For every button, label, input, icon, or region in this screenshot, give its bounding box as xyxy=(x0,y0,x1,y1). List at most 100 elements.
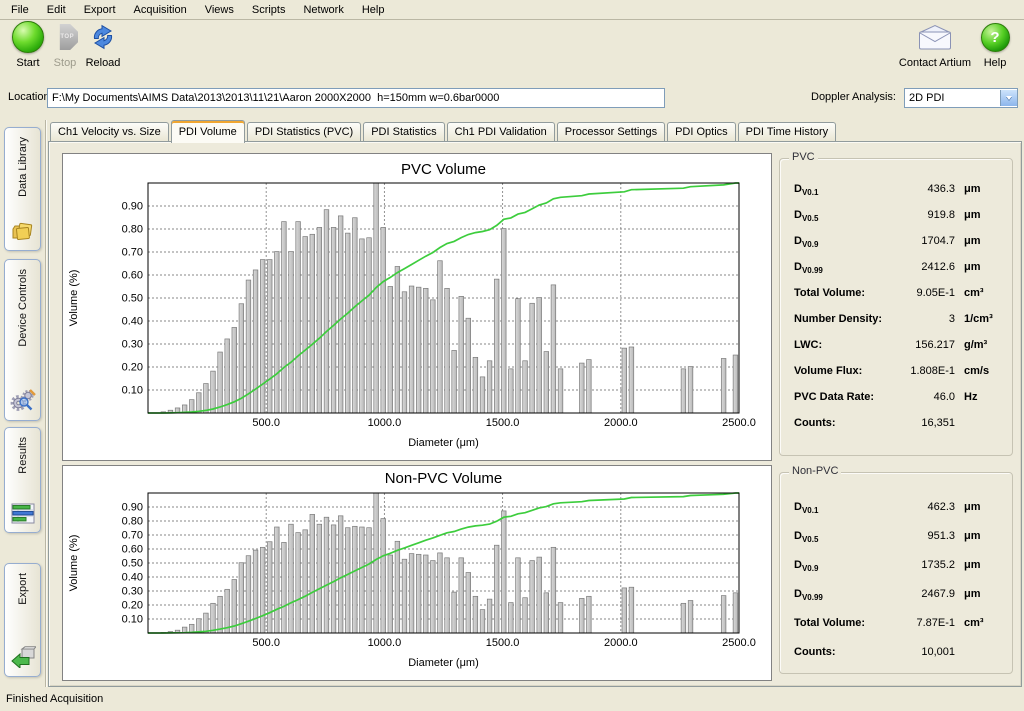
stat-value: 2467.9 xyxy=(893,588,964,600)
svg-text:Non-PVC Volume: Non-PVC Volume xyxy=(385,470,503,487)
doppler-analysis-select[interactable]: 2D PDI xyxy=(904,88,1018,108)
stat-row-counts: Counts:10,001 xyxy=(794,646,1004,666)
reload-button-label: Reload xyxy=(80,57,126,69)
stat-label: Number Density: xyxy=(794,313,893,325)
stat-label: DV0.1 xyxy=(794,183,893,197)
menu-item-file[interactable]: File xyxy=(2,1,38,19)
sidebar-item-label: Export xyxy=(17,573,29,605)
menu-item-scripts[interactable]: Scripts xyxy=(243,1,295,19)
stat-row-volume-flux: Volume Flux:1.808E-1cm/s xyxy=(794,365,1004,385)
tab-pdi-time-history[interactable]: PDI Time History xyxy=(738,122,837,142)
menu-item-network[interactable]: Network xyxy=(294,1,352,19)
stat-unit: μm xyxy=(964,559,1004,571)
stat-unit: μm xyxy=(964,588,1004,600)
stat-label: DV0.99 xyxy=(794,588,893,602)
svg-text:0.10: 0.10 xyxy=(122,614,143,626)
gears-icon xyxy=(10,388,36,415)
bar-chart-icon xyxy=(11,503,35,527)
combo-dropdown-button[interactable] xyxy=(1000,90,1017,106)
svg-text:0.60: 0.60 xyxy=(122,270,143,282)
stat-value: 462.3 xyxy=(893,501,964,513)
stat-row-number-density: Number Density:31/cm³ xyxy=(794,313,1004,333)
stat-value: 1735.2 xyxy=(893,559,964,571)
sidebar-divider xyxy=(45,120,46,687)
svg-text:0.30: 0.30 xyxy=(122,339,143,351)
stat-value: 1.808E-1 xyxy=(893,365,964,377)
svg-text:0.90: 0.90 xyxy=(122,502,143,514)
stat-label: DV0.5 xyxy=(794,209,893,223)
stop-button-label: Stop xyxy=(46,57,84,69)
stat-unit: cm/s xyxy=(964,365,1004,377)
stat-value: 46.0 xyxy=(893,391,964,403)
location-input[interactable] xyxy=(47,88,665,108)
stat-unit: μm xyxy=(964,501,1004,513)
sidebar-item-export[interactable]: Export xyxy=(4,563,41,677)
svg-text:500.0: 500.0 xyxy=(252,417,280,429)
stat-value: 951.3 xyxy=(893,530,964,542)
tab-pdi-statistics-pvc[interactable]: PDI Statistics (PVC) xyxy=(247,122,361,142)
tab-processor-settings[interactable]: Processor Settings xyxy=(557,122,665,142)
menu-bar: FileEditExportAcquisitionViewsScriptsNet… xyxy=(0,0,1024,20)
stop-button[interactable]: STOP Stop xyxy=(46,20,84,69)
start-button[interactable]: Start xyxy=(6,20,50,69)
status-text: Finished Acquisition xyxy=(6,693,103,705)
svg-text:2500.0: 2500.0 xyxy=(722,637,756,649)
svg-text:Diameter (μm): Diameter (μm) xyxy=(408,437,479,449)
stat-label: Volume Flux: xyxy=(794,365,893,377)
stat-value: 9.05E-1 xyxy=(893,287,964,299)
help-icon: ? xyxy=(981,23,1010,52)
sidebar-item-device-controls[interactable]: Device Controls xyxy=(4,259,41,421)
non-pvc-stats-title: Non-PVC xyxy=(789,465,841,477)
envelope-icon xyxy=(917,24,953,51)
reload-button[interactable]: Reload xyxy=(80,20,126,69)
stat-label: Total Volume: xyxy=(794,617,893,629)
menu-item-views[interactable]: Views xyxy=(196,1,243,19)
doppler-analysis-value: 2D PDI xyxy=(905,92,1000,104)
stat-row-dv0-99: DV0.992467.9μm xyxy=(794,588,1004,608)
menu-item-acquisition[interactable]: Acquisition xyxy=(125,1,196,19)
toolbar: Start STOP Stop Reload xyxy=(0,20,1024,84)
tab-ch1-pdi-validation[interactable]: Ch1 PDI Validation xyxy=(447,122,555,142)
stat-label: DV0.99 xyxy=(794,261,893,275)
svg-text:1000.0: 1000.0 xyxy=(368,637,402,649)
sidebar-item-data-library[interactable]: Data Library xyxy=(4,127,41,251)
contact-artium-button[interactable]: Contact Artium xyxy=(894,20,976,69)
svg-text:0.80: 0.80 xyxy=(122,224,143,236)
tab-pdi-optics[interactable]: PDI Optics xyxy=(667,122,736,142)
stat-label: DV0.5 xyxy=(794,530,893,544)
tab-pdi-volume[interactable]: PDI Volume xyxy=(171,120,245,143)
tab-pdi-statistics[interactable]: PDI Statistics xyxy=(363,122,444,142)
non-pvc-stats-groupbox: Non-PVC DV0.1462.3μmDV0.5951.3μmDV0.9173… xyxy=(779,472,1013,674)
stat-value: 7.87E-1 xyxy=(893,617,964,629)
svg-text:2500.0: 2500.0 xyxy=(722,417,756,429)
tab-strip: Ch1 Velocity vs. SizePDI VolumePDI Stati… xyxy=(50,120,1022,142)
stat-row-dv0-9: DV0.91735.2μm xyxy=(794,559,1004,579)
non-pvc-stats-rows: DV0.1462.3μmDV0.5951.3μmDV0.91735.2μmDV0… xyxy=(794,501,1004,675)
tab-page-pdi-volume: 0.100.200.300.400.500.600.700.800.90500.… xyxy=(48,141,1022,687)
stat-row-dv0-1: DV0.1436.3μm xyxy=(794,183,1004,203)
status-bar: Finished Acquisition xyxy=(0,688,1024,711)
tab-ch1-velocity-vs-size[interactable]: Ch1 Velocity vs. Size xyxy=(50,122,169,142)
menu-item-help[interactable]: Help xyxy=(353,1,394,19)
stat-value: 3 xyxy=(893,313,964,325)
chevron-down-icon xyxy=(1006,96,1012,100)
svg-text:Diameter (μm): Diameter (μm) xyxy=(408,657,479,669)
help-button[interactable]: ? Help xyxy=(976,20,1014,69)
stat-row-pvc-data-rate: PVC Data Rate:46.0Hz xyxy=(794,391,1004,411)
stat-label: LWC: xyxy=(794,339,893,351)
stat-label: Counts: xyxy=(794,646,893,658)
svg-text:0.10: 0.10 xyxy=(122,385,143,397)
stat-unit: Hz xyxy=(964,391,1004,403)
folders-icon xyxy=(11,222,35,245)
svg-text:0.20: 0.20 xyxy=(122,600,143,612)
sidebar-item-results[interactable]: Results xyxy=(4,427,41,533)
pvc-stats-title: PVC xyxy=(789,151,818,163)
svg-text:2000.0: 2000.0 xyxy=(604,637,638,649)
svg-text:1500.0: 1500.0 xyxy=(486,417,520,429)
menu-item-export[interactable]: Export xyxy=(75,1,125,19)
stat-value: 16,351 xyxy=(893,417,964,429)
svg-text:0.50: 0.50 xyxy=(122,293,143,305)
menu-item-edit[interactable]: Edit xyxy=(38,1,75,19)
svg-text:0.50: 0.50 xyxy=(122,558,143,570)
stat-value: 436.3 xyxy=(893,183,964,195)
